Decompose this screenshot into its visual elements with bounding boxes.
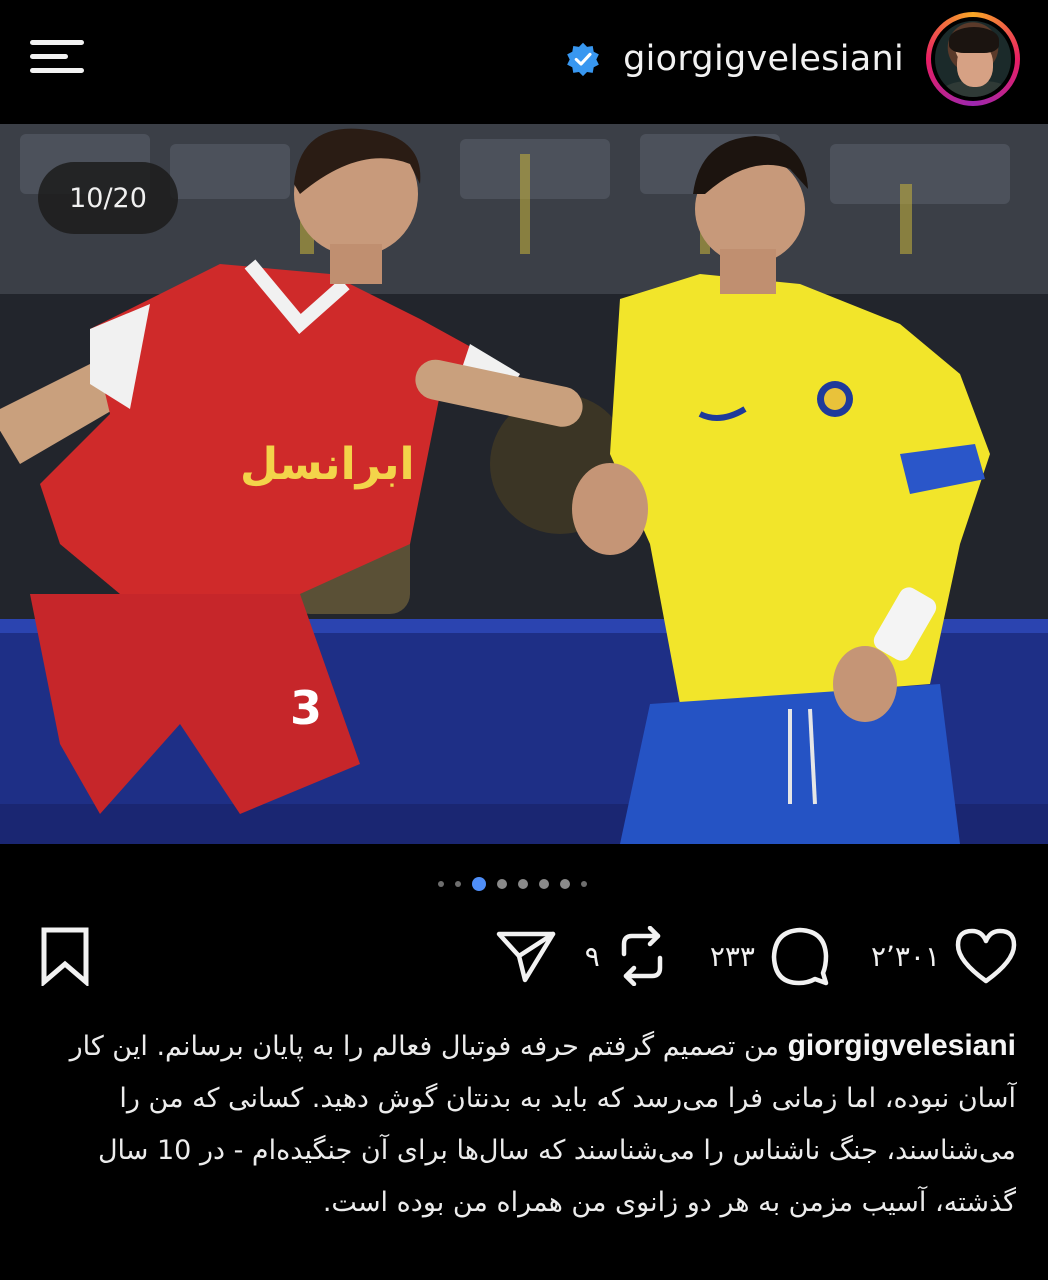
bookmark-icon[interactable] bbox=[38, 926, 92, 986]
send-icon[interactable] bbox=[495, 926, 557, 986]
user-block[interactable]: giorgigvelesiani bbox=[565, 10, 1020, 108]
heart-icon[interactable] bbox=[954, 927, 1018, 985]
svg-text:3: 3 bbox=[290, 681, 322, 735]
carousel-dot-active bbox=[471, 877, 486, 891]
football-players-photo: ابرانسل 3 bbox=[0, 124, 1048, 844]
carousel-dots bbox=[0, 876, 1048, 892]
comment-count: ۲۳۳ bbox=[709, 939, 755, 973]
comment-bubble-icon[interactable] bbox=[769, 925, 831, 987]
post-header: giorgigvelesiani bbox=[0, 0, 1048, 118]
like-count: ۲٬۳۰۱ bbox=[870, 939, 940, 973]
repost-count: ۹ bbox=[584, 939, 600, 973]
caption-author[interactable]: giorgigvelesiani bbox=[788, 1029, 1016, 1062]
carousel-dot bbox=[517, 879, 528, 889]
post-photo[interactable]: ابرانسل 3 10/20 bbox=[0, 124, 1048, 844]
repost-icon[interactable] bbox=[614, 926, 670, 986]
hamburger-menu-icon[interactable] bbox=[30, 40, 88, 74]
carousel-dot bbox=[454, 881, 461, 887]
action-group: ۹ ۲۳۳ ۲٬۳۰۱ bbox=[495, 924, 1018, 988]
carousel-counter: 10/20 bbox=[38, 162, 178, 234]
carousel-dot bbox=[496, 879, 507, 889]
username[interactable]: giorgigvelesiani bbox=[623, 39, 904, 79]
post-caption: giorgigvelesiani من تصمیم گرفتم حرفه فوت… bbox=[38, 1020, 1016, 1229]
carousel-dot bbox=[580, 881, 587, 887]
carousel-dot bbox=[538, 879, 549, 889]
carousel-dot bbox=[437, 881, 444, 887]
action-bar: ۹ ۲۳۳ ۲٬۳۰۱ bbox=[0, 920, 1048, 992]
verified-badge-icon bbox=[567, 42, 599, 77]
svg-text:ابرانسل: ابرانسل bbox=[240, 439, 415, 490]
carousel-dot bbox=[559, 879, 570, 889]
avatar[interactable] bbox=[926, 12, 1020, 106]
